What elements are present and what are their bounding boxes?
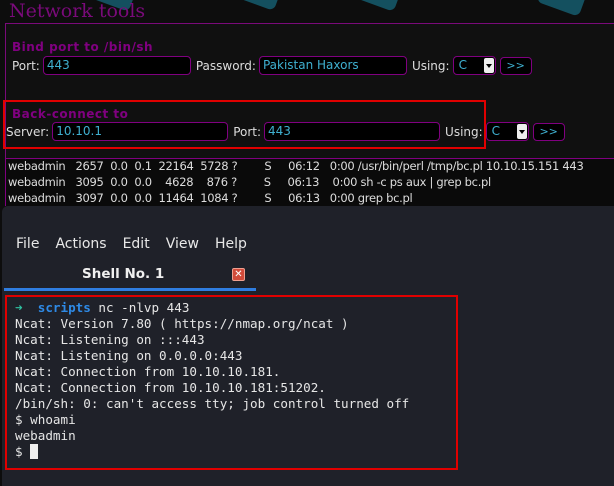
menu-file[interactable]: File bbox=[16, 236, 39, 252]
port-label: Port: bbox=[12, 58, 40, 73]
backconnect-submit-button[interactable]: >> bbox=[532, 122, 565, 141]
backconnect-using-select[interactable]: C bbox=[485, 122, 529, 141]
select-value: C bbox=[458, 58, 467, 72]
tab-shell-1[interactable]: Shell No. 1 ✕ bbox=[4, 263, 256, 291]
highlight-box bbox=[3, 100, 486, 149]
process-list: webadmin 2657 0.0 0.1 22164 5728 ? S 06:… bbox=[5, 158, 614, 206]
page-title: Network tools bbox=[9, 0, 146, 22]
menu-actions[interactable]: Actions bbox=[55, 236, 106, 252]
close-icon[interactable]: ✕ bbox=[232, 268, 245, 281]
menu-help[interactable]: Help bbox=[215, 236, 247, 252]
bind-section-title: Bind port to /bin/sh bbox=[12, 40, 154, 54]
bind-using-select[interactable]: C bbox=[452, 56, 496, 75]
chevron-down-icon bbox=[483, 58, 494, 73]
decor-shape bbox=[236, 0, 284, 11]
bind-submit-button[interactable]: >> bbox=[499, 56, 532, 75]
terminal-menubar: File Actions Edit View Help bbox=[16, 236, 247, 252]
bind-form: Port: 443 Password: Pakistan Haxors Usin… bbox=[12, 56, 532, 75]
select-value: C bbox=[491, 124, 501, 138]
menu-view[interactable]: View bbox=[166, 236, 199, 252]
chevron-down-icon bbox=[516, 124, 527, 139]
using-label: Using: bbox=[411, 58, 450, 73]
process-row: webadmin 2657 0.0 0.1 22164 5728 ? S 06:… bbox=[8, 159, 584, 173]
bind-port-input[interactable]: 443 bbox=[42, 56, 191, 75]
menu-edit[interactable]: Edit bbox=[123, 236, 150, 252]
highlight-box bbox=[5, 295, 458, 470]
process-row: webadmin 3097 0.0 0.0 11464 1084 ? S 06:… bbox=[8, 191, 413, 205]
password-label: Password: bbox=[195, 58, 256, 73]
process-row: webadmin 3095 0.0 0.0 4628 876 ? S 06:13… bbox=[8, 175, 491, 189]
tab-label: Shell No. 1 bbox=[82, 266, 165, 282]
decor-shape bbox=[351, 0, 404, 12]
decor-shape bbox=[536, 0, 589, 17]
password-input[interactable]: Pakistan Haxors bbox=[258, 56, 407, 75]
